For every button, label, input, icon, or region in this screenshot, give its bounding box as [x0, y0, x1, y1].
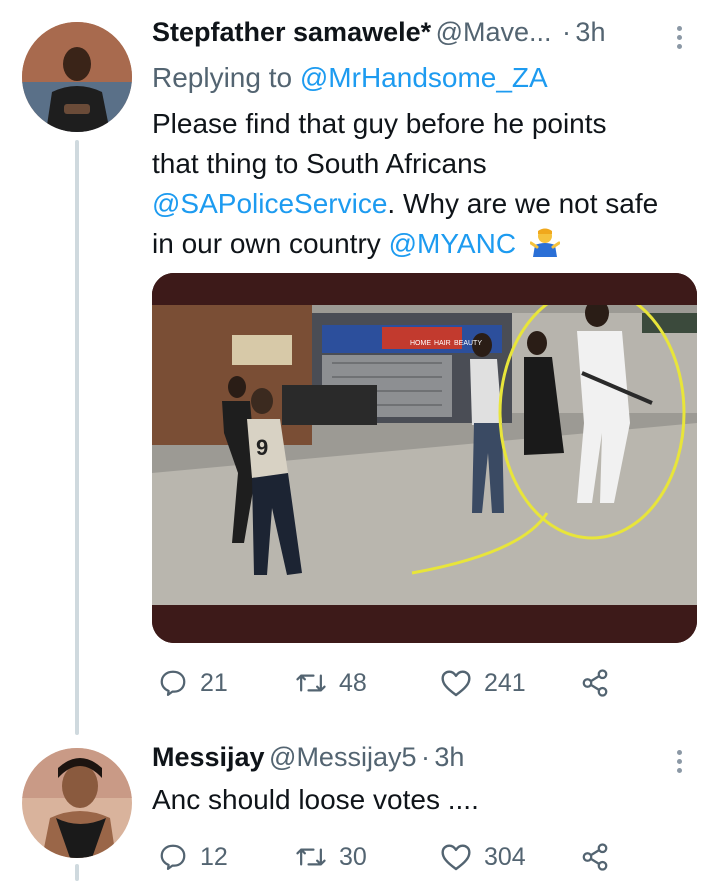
retweet-icon: [296, 848, 326, 866]
shop-sign-text: HOME: [410, 340, 431, 347]
replying-to: Replying to @MrHandsome_ZA: [152, 58, 548, 98]
share-icon: [582, 669, 608, 697]
retweet-count: 30: [339, 842, 367, 871]
avatar[interactable]: [22, 22, 132, 132]
like-button[interactable]: 304: [440, 842, 526, 872]
reply-icon: [160, 844, 186, 870]
shop-sign-text: HAIR: [434, 340, 451, 347]
tweet-text-line: Please find that guy before he points: [152, 104, 607, 144]
tweet-text-line: @SAPoliceService. Why are we not safe: [152, 184, 658, 224]
retweet-button[interactable]: 30: [295, 842, 367, 872]
avatar-photo: [22, 748, 132, 858]
like-button[interactable]: 241: [440, 668, 526, 698]
thread-line: [75, 140, 79, 735]
more-icon[interactable]: [677, 750, 683, 777]
tweet-text: in our own country: [152, 228, 389, 259]
tweet-text-line: that thing to South Africans: [152, 144, 487, 184]
retweet-count: 48: [339, 668, 367, 697]
shrug-emoji: [529, 227, 561, 268]
like-count: 304: [484, 842, 526, 871]
heart-icon: [441, 670, 471, 697]
like-count: 241: [484, 668, 526, 697]
username[interactable]: @Messijay5: [269, 742, 416, 772]
display-name[interactable]: Stepfather samawele*: [152, 17, 431, 47]
replying-to-prefix: Replying to: [152, 62, 300, 93]
avatar[interactable]: [22, 748, 132, 858]
reply-button[interactable]: 21: [158, 668, 228, 698]
reply-icon: [160, 670, 186, 696]
shop-sign-text: BEAUTY: [454, 340, 482, 347]
tweet-text: . Why are we not safe: [387, 188, 659, 219]
reply-count: 12: [200, 842, 228, 871]
video-frame: 9 HOME HAIR BEAUTY: [152, 273, 697, 643]
mention-link[interactable]: @SAPoliceService: [152, 188, 387, 219]
tweet-text-line: Anc should loose votes ....: [152, 780, 479, 820]
separator-dot: ·: [420, 742, 430, 772]
reply-count: 21: [200, 668, 228, 697]
retweet-button[interactable]: 48: [295, 668, 367, 698]
tweet-media-video[interactable]: 9 HOME HAIR BEAUTY: [152, 273, 697, 643]
replying-to-link[interactable]: @MrHandsome_ZA: [300, 62, 548, 93]
display-name[interactable]: Messijay: [152, 742, 265, 772]
tweet-header: Stepfather samawele* @Mave... · 3h: [152, 17, 605, 57]
share-button[interactable]: [580, 668, 610, 698]
mention-link[interactable]: @MYANC: [389, 228, 516, 259]
heart-icon: [441, 844, 471, 871]
more-icon[interactable]: [677, 26, 683, 53]
tweet-text: Please find that guy before he points: [152, 108, 607, 139]
tweet-text-line: in our own country @MYANC: [152, 224, 561, 268]
reply-button[interactable]: 12: [158, 842, 228, 872]
avatar-photo: [22, 22, 132, 132]
separator-dot: ·: [561, 17, 571, 47]
tweet-text: that thing to South Africans: [152, 148, 487, 179]
timestamp[interactable]: 3h: [575, 17, 605, 47]
timestamp[interactable]: 3h: [434, 742, 464, 772]
tweet-text: Anc should loose votes ....: [152, 784, 479, 815]
thread-line: [75, 864, 79, 881]
share-icon: [582, 843, 608, 871]
username[interactable]: @Mave...: [436, 17, 552, 47]
share-button[interactable]: [580, 842, 610, 872]
retweet-icon: [296, 674, 326, 692]
jersey-number: 9: [256, 435, 268, 460]
tweet-header: Messijay @Messijay5 · 3h: [152, 742, 464, 782]
